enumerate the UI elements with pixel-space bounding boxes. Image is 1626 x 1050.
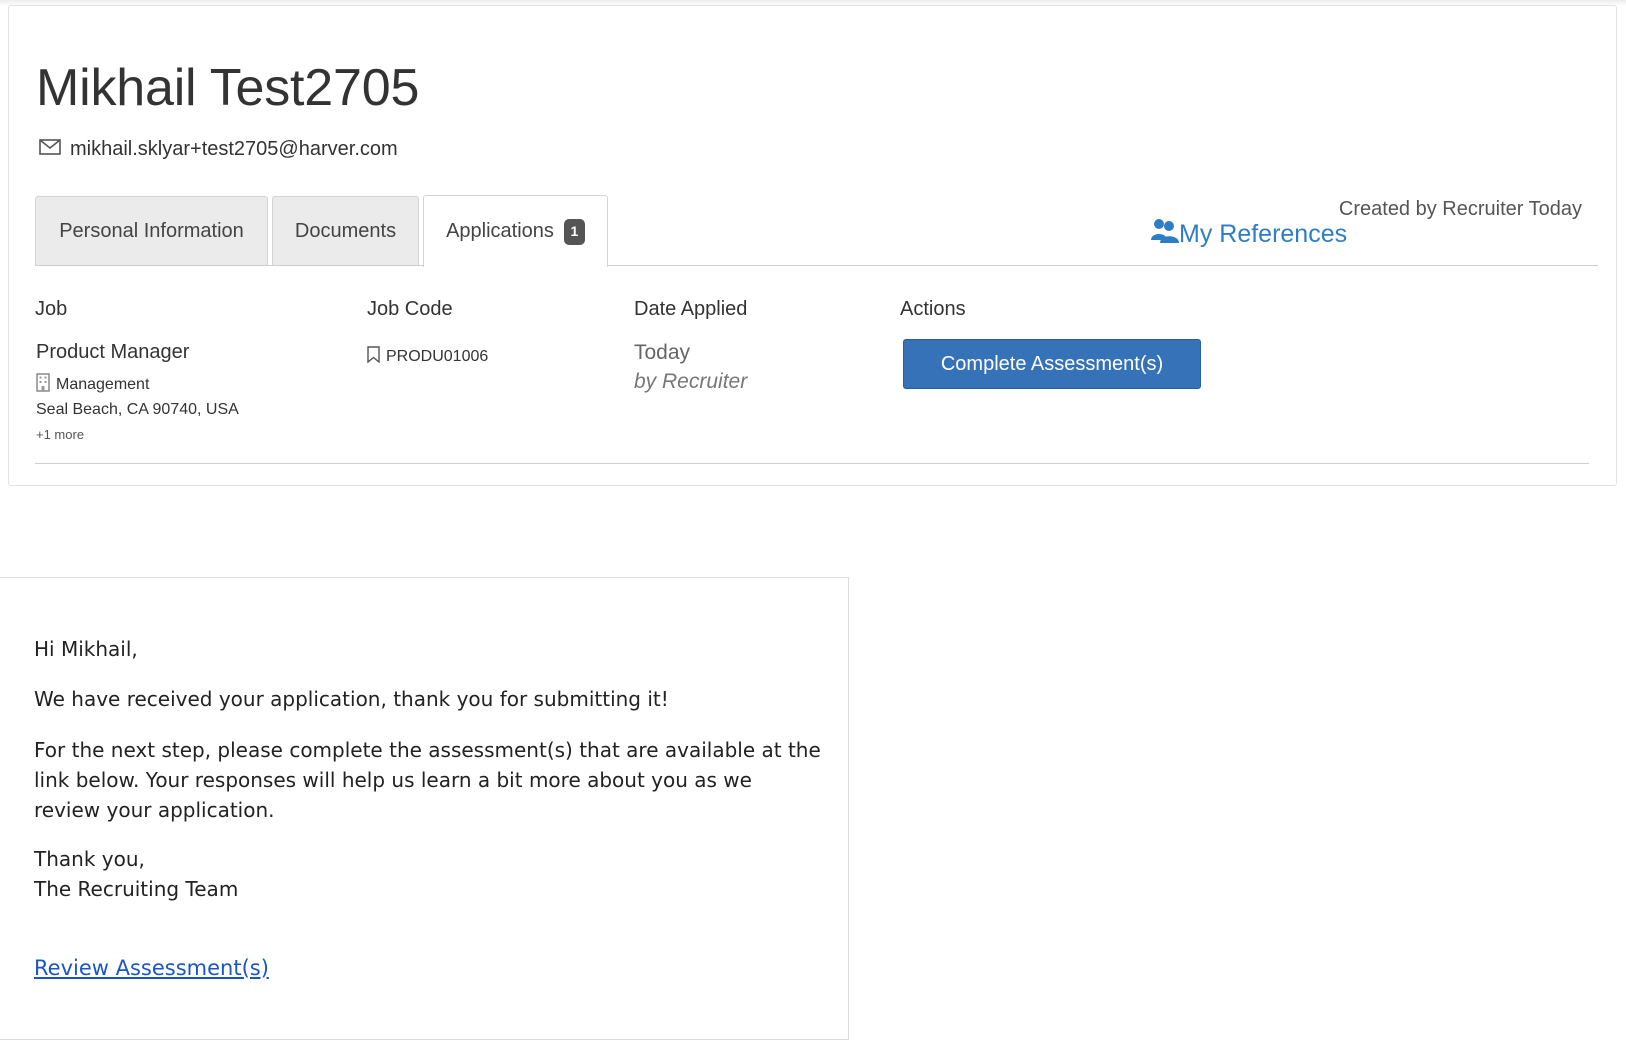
job-department: Management	[36, 373, 149, 397]
tab-label: Applications	[446, 220, 554, 242]
email-row: mikhail.sklyar+test2705@harver.com	[39, 136, 398, 162]
column-header-date-applied: Date Applied	[634, 298, 748, 320]
bookmark-icon	[367, 346, 386, 368]
column-header-actions: Actions	[900, 298, 966, 320]
tab-documents[interactable]: Documents	[272, 196, 419, 266]
column-header-job: Job	[35, 298, 68, 320]
candidate-email[interactable]: mikhail.sklyar+test2705@harver.com	[70, 138, 398, 161]
tab-applications[interactable]: Applications 1	[423, 195, 608, 267]
envelope-icon	[39, 138, 70, 161]
my-references-label: My References	[1179, 220, 1348, 248]
department-label: Management	[56, 376, 150, 393]
my-references-link[interactable]: My References	[1151, 218, 1347, 251]
email-signoff-line-2: The Recruiting Team	[34, 877, 239, 901]
email-paragraph-1: We have received your application, thank…	[34, 687, 669, 711]
email-paragraph-2: For the next step, please complete the a…	[34, 738, 821, 822]
job-location: Seal Beach, CA 90740, USA	[36, 401, 239, 418]
job-code-value: PRODU01006	[386, 348, 489, 365]
tab-personal-information[interactable]: Personal Information	[35, 196, 268, 266]
job-code: PRODU01006	[367, 346, 488, 368]
complete-assessment-button[interactable]: Complete Assessment(s)	[903, 339, 1201, 389]
applied-by: by Recruiter	[634, 370, 748, 393]
job-title[interactable]: Product Manager	[36, 341, 189, 364]
tab-label: Documents	[294, 220, 397, 242]
candidate-profile-card: Mikhail Test2705 mikhail.sklyar+test2705…	[8, 5, 1617, 486]
users-icon	[1151, 218, 1179, 251]
more-locations-link[interactable]: +1 more	[36, 427, 84, 442]
review-assessment-link[interactable]: Review Assessment(s)	[34, 956, 269, 980]
date-applied: Today	[634, 341, 691, 364]
email-message-card: Hi Mikhail, We have received your applic…	[0, 577, 849, 1040]
building-icon	[36, 373, 56, 397]
created-by-text: Created by Recruiter Today	[1338, 198, 1582, 220]
tab-label: Personal Information	[59, 220, 244, 242]
applications-count-badge: 1	[563, 218, 585, 245]
email-signoff-line-1: Thank you,	[34, 847, 145, 871]
tab-divider	[35, 265, 1598, 266]
row-divider	[35, 463, 1589, 464]
column-header-job-code: Job Code	[367, 298, 453, 320]
candidate-name: Mikhail Test2705	[36, 59, 420, 117]
email-greeting: Hi Mikhail,	[34, 637, 138, 661]
